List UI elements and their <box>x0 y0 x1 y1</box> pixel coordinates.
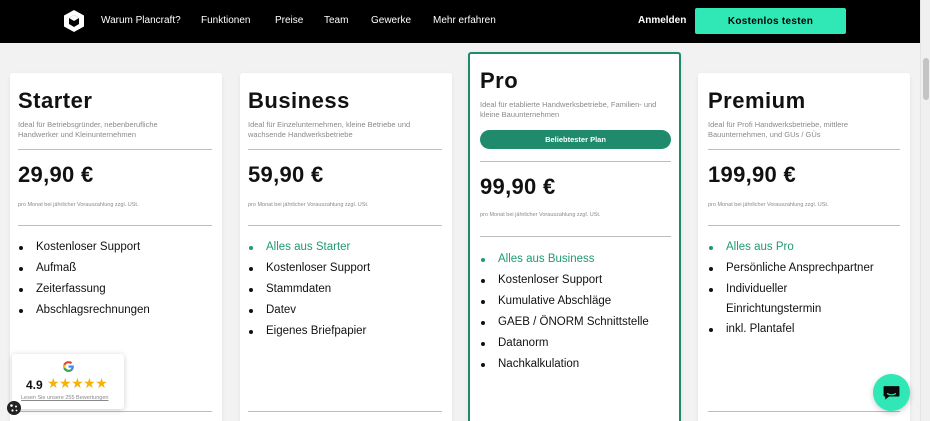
feature-item: Datanorm <box>480 333 649 354</box>
star-rating-icon: ★★★★★ <box>47 375 108 391</box>
top-nav: Warum Plancraft? Funktionen Preise Team … <box>0 0 920 43</box>
divider <box>248 149 442 150</box>
feature-item-highlight: Alles aus Starter <box>248 237 370 258</box>
chat-bubble-icon <box>883 386 900 400</box>
divider <box>248 411 442 412</box>
feature-list: Alles aus Pro Persönliche Ansprechpartne… <box>708 237 900 340</box>
plan-description: Ideal für Einzelunternehmen, kleine Betr… <box>248 120 411 139</box>
plan-price: 199,90 € <box>708 162 797 187</box>
feature-item-highlight: Alles aus Business <box>480 249 649 270</box>
free-trial-button[interactable]: Kostenlos testen <box>695 8 846 34</box>
plan-name: Premium <box>708 88 806 113</box>
feature-item: GAEB / ÖNORM Schnittstelle <box>480 312 649 333</box>
divider <box>708 149 900 150</box>
plan-card-pro: Pro Ideal für etablierte Handwerksbetrie… <box>468 52 681 421</box>
plan-description: Ideal für Profi Handwerksbetriebe, mittl… <box>708 120 849 139</box>
plan-price: 99,90 € <box>480 174 556 199</box>
divider <box>480 236 671 237</box>
feature-item: Kostenloser Support <box>480 270 649 291</box>
feature-item: Nachkalkulation <box>480 354 649 375</box>
reviews-link[interactable]: Lesen Sie unsere 255 Bewertungen <box>21 395 108 401</box>
feature-item: Datev <box>248 300 370 321</box>
plan-card-business: Business Ideal für Einzelunternehmen, kl… <box>240 73 452 421</box>
divider <box>18 411 212 412</box>
plan-name: Business <box>248 88 350 113</box>
divider <box>708 225 900 226</box>
cookie-icon[interactable] <box>6 400 22 416</box>
feature-item-highlight: Alles aus Pro <box>708 237 900 258</box>
feature-list: Alles aus Starter Kostenloser Support St… <box>248 237 370 342</box>
price-note: pro Monat bei jährlicher Vorauszahlung z… <box>708 202 829 208</box>
feature-item: Individueller Einrichtungstermin <box>708 279 858 319</box>
plancraft-logo-icon[interactable] <box>62 9 86 33</box>
divider <box>708 411 900 412</box>
nav-link-funktionen[interactable]: Funktionen <box>201 15 250 26</box>
feature-item: Kumulative Abschläge <box>480 291 649 312</box>
feature-item: Kostenloser Support <box>18 237 150 258</box>
scrollbar-thumb[interactable] <box>923 58 929 100</box>
feature-list: Kostenloser Support Aufmaß Zeiterfassung… <box>18 237 150 321</box>
feature-item: Zeiterfassung <box>18 279 150 300</box>
nav-link-gewerke[interactable]: Gewerke <box>371 15 411 26</box>
google-icon <box>62 361 74 372</box>
feature-item: inkl. Plantafel <box>708 319 900 340</box>
nav-link-team[interactable]: Team <box>324 15 348 26</box>
divider <box>18 149 212 150</box>
page-scrollbar[interactable] <box>920 0 930 421</box>
feature-list: Alles aus Business Kostenloser Support K… <box>480 249 649 375</box>
feature-item: Aufmaß <box>18 258 150 279</box>
price-note: pro Monat bei jährlicher Vorauszahlung z… <box>480 212 601 218</box>
plan-price: 29,90 € <box>18 162 94 187</box>
plan-description: Ideal für etablierte Handwerksbetriebe, … <box>480 100 657 119</box>
feature-item: Kostenloser Support <box>248 258 370 279</box>
nav-link-warum[interactable]: Warum Plancraft? <box>101 15 181 26</box>
feature-item: Abschlagsrechnungen <box>18 300 150 321</box>
plan-description: Ideal für Betriebsgründer, nebenberuflic… <box>18 120 158 139</box>
plan-name: Starter <box>18 88 93 113</box>
price-note: pro Monat bei jährlicher Vorauszahlung z… <box>18 202 139 208</box>
price-note: pro Monat bei jährlicher Vorauszahlung z… <box>248 202 369 208</box>
divider <box>480 161 671 162</box>
divider <box>18 225 212 226</box>
feature-item: Persönliche Ansprechpartner <box>708 258 900 279</box>
chat-button[interactable] <box>873 374 910 411</box>
plan-price: 59,90 € <box>248 162 324 187</box>
feature-item: Stammdaten <box>248 279 370 300</box>
google-review-widget[interactable]: 4.9 ★★★★★ Lesen Sie unsere 255 Bewertung… <box>12 354 124 409</box>
plan-name: Pro <box>480 68 519 93</box>
feature-item: Eigenes Briefpapier <box>248 321 370 342</box>
login-link[interactable]: Anmelden <box>638 15 686 26</box>
popular-plan-badge: Beliebtester Plan <box>480 130 671 149</box>
nav-link-preise[interactable]: Preise <box>275 15 303 26</box>
plan-card-premium: Premium Ideal für Profi Handwerksbetrieb… <box>698 73 910 421</box>
rating-value: 4.9 <box>26 378 43 392</box>
nav-link-mehr-erfahren[interactable]: Mehr erfahren <box>433 15 496 26</box>
divider <box>248 225 442 226</box>
